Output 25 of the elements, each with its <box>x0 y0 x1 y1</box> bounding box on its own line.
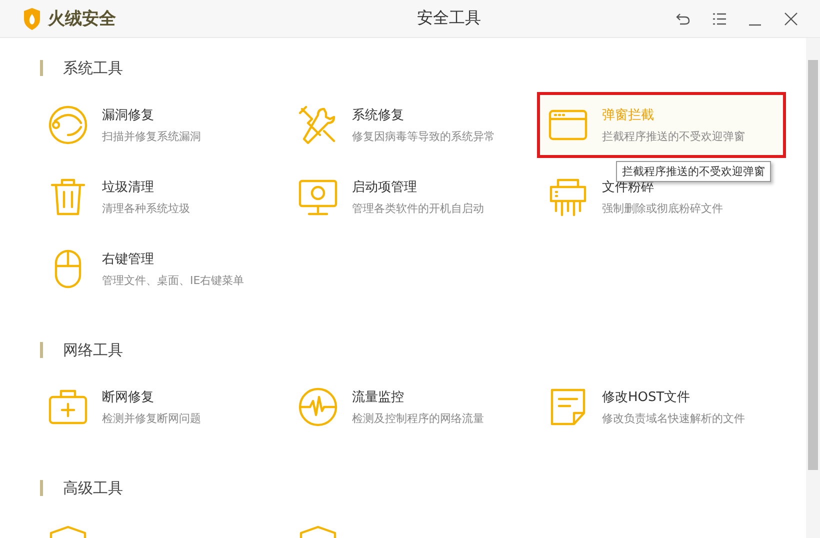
tool-title: 漏洞修复 <box>102 107 155 124</box>
tool-description: 管理各类软件的开机自启动 <box>352 201 484 216</box>
tool-title: 修改HOST文件 <box>602 389 692 406</box>
tool-description: 拦截程序推送的不受欢迎弹窗 <box>602 129 745 144</box>
tool-description: 检测并修复断网问题 <box>102 411 201 426</box>
tool-description: 管理文件、桌面、IE右键菜单 <box>102 273 244 288</box>
tool-description: 清理各种系统垃圾 <box>102 201 190 216</box>
tool-description: 检测及控制程序的网络流量 <box>352 411 484 426</box>
tool-title: 流量监控 <box>352 389 405 406</box>
tool-description: 强制删除或彻底粉碎文件 <box>602 201 723 216</box>
tool-title: 右键管理 <box>102 251 155 268</box>
tool-title: 启动项管理 <box>352 179 418 196</box>
section-heading: 网络工具 <box>63 340 123 360</box>
section-heading: 高级工具 <box>63 478 123 498</box>
app-name: 火绒安全 <box>48 8 116 30</box>
tooltip: 拦截程序推送的不受欢迎弹窗 <box>616 161 771 182</box>
tool-title: 断网修复 <box>102 389 155 406</box>
tool-title: 系统修复 <box>352 107 405 124</box>
tool-title: 垃圾清理 <box>102 179 155 196</box>
tool-description: 修复因病毒等导致的系统异常 <box>352 129 495 144</box>
tool-title: 弹窗拦截 <box>602 107 655 124</box>
section-heading: 系统工具 <box>63 58 123 78</box>
window-title: 安全工具 <box>416 8 482 29</box>
tool-description: 扫描并修复系统漏洞 <box>102 129 201 144</box>
tool-description: 修改负责域名快速解析的文件 <box>602 411 745 426</box>
